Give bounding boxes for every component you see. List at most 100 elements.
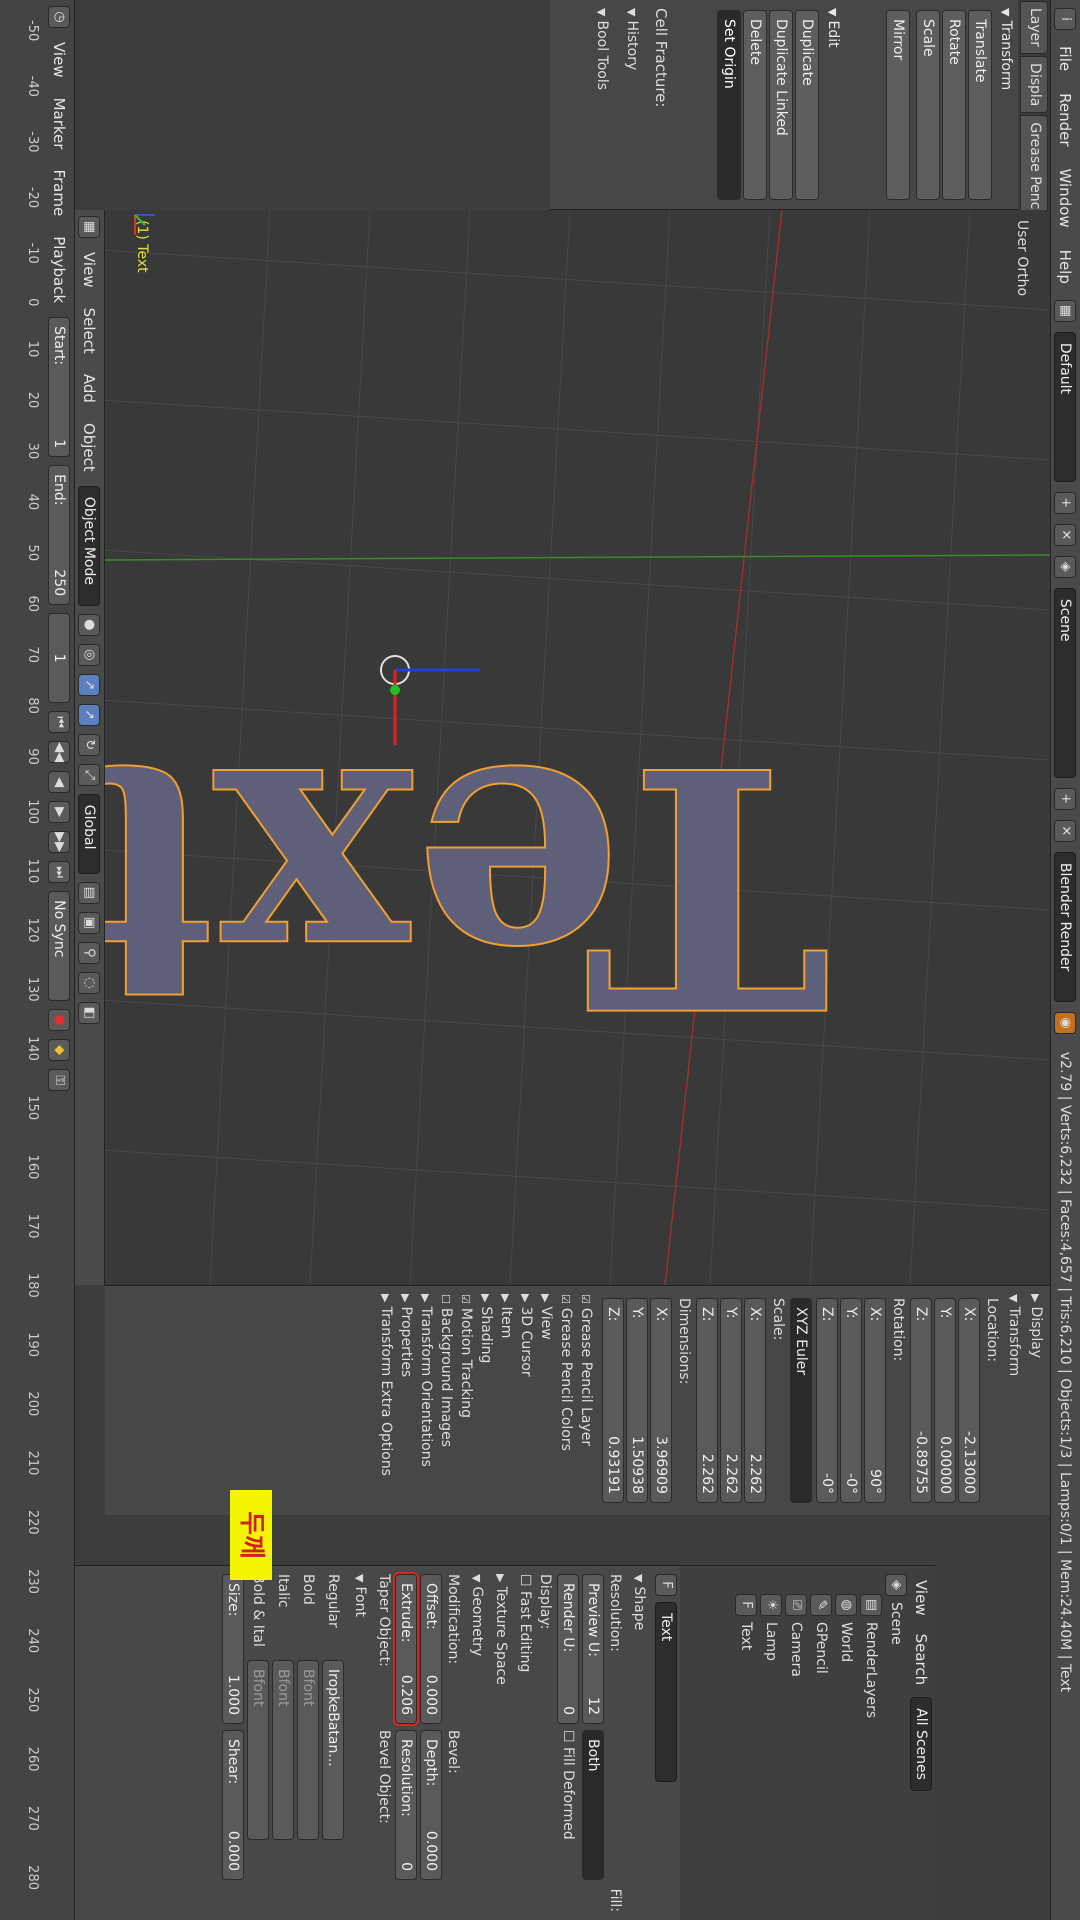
layout-selector[interactable]: Default: [1054, 331, 1077, 482]
tab-layer[interactable]: Layer: [1020, 1, 1048, 55]
bevel-depth-field[interactable]: Depth: 0.000: [420, 1730, 442, 1880]
editor-type-icon[interactable]: ▦: [78, 216, 101, 238]
outliner-item-world[interactable]: ◍ World: [835, 1594, 857, 1912]
duplicate-linked-button[interactable]: Duplicate Linked: [769, 10, 793, 200]
text-object-3d[interactable]: Text: [100, 691, 831, 1081]
extrude-field[interactable]: Extrude: 0.206: [394, 1560, 418, 1738]
render-preview-icon[interactable]: ◧: [78, 1001, 101, 1024]
bevel-resolution-field[interactable]: Resolution: 0: [395, 1730, 417, 1880]
keying-icon[interactable]: ◆: [48, 1039, 70, 1062]
italic-font-field[interactable]: Bfont: [272, 1660, 294, 1840]
rotate-button[interactable]: Rotate: [942, 10, 966, 200]
timeline-menu-marker[interactable]: Marker: [50, 92, 68, 156]
rotation-mode-selector[interactable]: XYZ Euler: [790, 1298, 812, 1503]
set-origin-button[interactable]: Set Origin: [717, 10, 741, 200]
tab-grease-pencil[interactable]: Grease Penc: [1020, 115, 1048, 217]
collapse-triangle-icon[interactable]: ▼: [625, 8, 638, 16]
key-icon[interactable]: ⚿: [48, 1069, 70, 1092]
location-z-field[interactable]: Z: -0.89755: [910, 1298, 932, 1503]
checkbox-icon[interactable]: ☑: [559, 1294, 572, 1304]
menu-file[interactable]: File: [1057, 40, 1075, 77]
collapse-triangle-icon[interactable]: ▶: [419, 1294, 432, 1302]
lock-icon[interactable]: ▣: [78, 911, 101, 934]
scale-z-field[interactable]: Z: 2.262: [696, 1298, 718, 1503]
location-x-field[interactable]: X: -2.13000: [958, 1298, 980, 1503]
bold-font-field[interactable]: Bfont: [297, 1660, 319, 1840]
record-icon[interactable]: ●: [48, 1009, 70, 1032]
collapse-triangle-icon[interactable]: ▶: [499, 1294, 512, 1302]
collapse-triangle-icon[interactable]: ▶: [539, 1294, 552, 1302]
collapse-triangle-icon[interactable]: ▶: [519, 1294, 532, 1302]
collapse-triangle-icon[interactable]: ▼: [470, 1574, 483, 1582]
vp-menu-view[interactable]: View: [81, 246, 99, 294]
3d-viewport[interactable]: Text User Ortho (1) Text: [100, 210, 1050, 1285]
outliner-item-lamp[interactable]: ☀ Lamp: [760, 1594, 782, 1912]
pivot-icon[interactable]: ◎: [78, 643, 101, 666]
scale-y-field[interactable]: Y: 2.262: [720, 1298, 742, 1503]
timeline-menu-view[interactable]: View: [50, 36, 68, 84]
rotation-x-field[interactable]: X: 90°: [864, 1298, 886, 1503]
collapse-triangle-icon[interactable]: ▶: [479, 1294, 492, 1302]
proportional-edit-icon[interactable]: ◌: [78, 971, 101, 994]
checkbox-icon[interactable]: ☑: [579, 1294, 592, 1304]
rotation-z-field[interactable]: Z: -0°: [816, 1298, 838, 1503]
collapse-triangle-icon[interactable]: ▼: [1007, 1294, 1020, 1302]
translate-manipulator-icon[interactable]: ➚: [78, 703, 101, 726]
next-keyframe-icon[interactable]: ▶▶: [48, 831, 70, 854]
current-frame-field[interactable]: 1: [48, 613, 70, 704]
vp-menu-select[interactable]: Select: [81, 302, 99, 360]
data-name-field[interactable]: Text: [655, 1602, 677, 1782]
collapse-triangle-icon[interactable]: ▼: [632, 1574, 645, 1582]
outliner-menu-search[interactable]: Search: [912, 1628, 930, 1692]
scale-x-field[interactable]: X: 2.262: [744, 1298, 766, 1503]
outliner-item-renderlayers[interactable]: ▤ RenderLayers: [860, 1594, 882, 1912]
render-u-field[interactable]: Render U: 0: [557, 1574, 579, 1724]
offset-field[interactable]: Offset: 0.000: [420, 1574, 442, 1724]
location-y-field[interactable]: Y: 0.00000: [934, 1298, 956, 1503]
collapse-triangle-icon[interactable]: ▼: [595, 8, 608, 16]
collapse-triangle-icon[interactable]: ▼: [999, 8, 1012, 16]
mirror-button[interactable]: Mirror: [886, 10, 910, 200]
scale-button[interactable]: Scale: [916, 10, 940, 200]
rotation-y-field[interactable]: Y: -0°: [840, 1298, 862, 1503]
remove-layout-icon[interactable]: ✕: [1054, 523, 1077, 546]
scale-manipulator-icon[interactable]: ⤢: [78, 763, 101, 786]
outliner-menu-view[interactable]: View: [912, 1574, 930, 1622]
timeline-menu-playback[interactable]: Playback: [50, 230, 68, 309]
checkbox-icon[interactable]: ☐: [439, 1294, 452, 1304]
jump-start-icon[interactable]: ⏮: [48, 711, 70, 734]
add-layout-icon[interactable]: +: [1054, 491, 1077, 514]
snap-icon[interactable]: ⚲: [78, 941, 101, 964]
outliner-item-scene[interactable]: ◈ Scene: [885, 1574, 907, 1912]
collapse-triangle-icon[interactable]: ▶: [494, 1574, 507, 1582]
vp-menu-object[interactable]: Object: [81, 417, 99, 478]
bold-italic-font-field[interactable]: Bfont: [247, 1660, 269, 1840]
scene-icon[interactable]: ◈: [1054, 555, 1077, 578]
outliner-item-gpencil[interactable]: ✎ GPencil: [810, 1594, 832, 1912]
sync-mode-selector[interactable]: No Sync: [48, 891, 70, 1002]
collapse-triangle-icon[interactable]: ▶: [1029, 1294, 1042, 1302]
info-icon[interactable]: i: [1054, 8, 1077, 30]
start-frame-field[interactable]: Start: 1: [48, 317, 70, 458]
menu-render[interactable]: Render: [1057, 87, 1075, 152]
add-scene-icon[interactable]: +: [1054, 787, 1077, 810]
outliner-item-camera[interactable]: ⎚ Camera: [785, 1594, 807, 1912]
shading-sphere-icon[interactable]: ●: [78, 613, 101, 636]
menu-help[interactable]: Help: [1057, 244, 1075, 290]
dimensions-x-field[interactable]: X: 3.96909: [650, 1298, 672, 1503]
dimensions-y-field[interactable]: Y: 1.50938: [626, 1298, 648, 1503]
end-frame-field[interactable]: End: 250: [48, 465, 70, 606]
remove-scene-icon[interactable]: ✕: [1054, 819, 1077, 842]
regular-font-field[interactable]: IropkeBatan...: [322, 1660, 344, 1840]
font-shear-field[interactable]: Shear: 0.000: [222, 1730, 244, 1880]
collapse-triangle-icon[interactable]: ▶: [399, 1294, 412, 1302]
timeline-editor-icon[interactable]: ◷: [48, 6, 70, 28]
duplicate-button[interactable]: Duplicate: [795, 10, 819, 200]
checkbox-icon[interactable]: ☑: [459, 1294, 472, 1304]
delete-button[interactable]: Delete: [743, 10, 767, 200]
play-icon[interactable]: ▶: [48, 801, 70, 824]
prev-keyframe-icon[interactable]: ◀◀: [48, 741, 70, 764]
menu-window[interactable]: Window: [1057, 163, 1075, 234]
vp-menu-add[interactable]: Add: [81, 368, 99, 409]
timeline-menu-frame[interactable]: Frame: [50, 163, 68, 222]
